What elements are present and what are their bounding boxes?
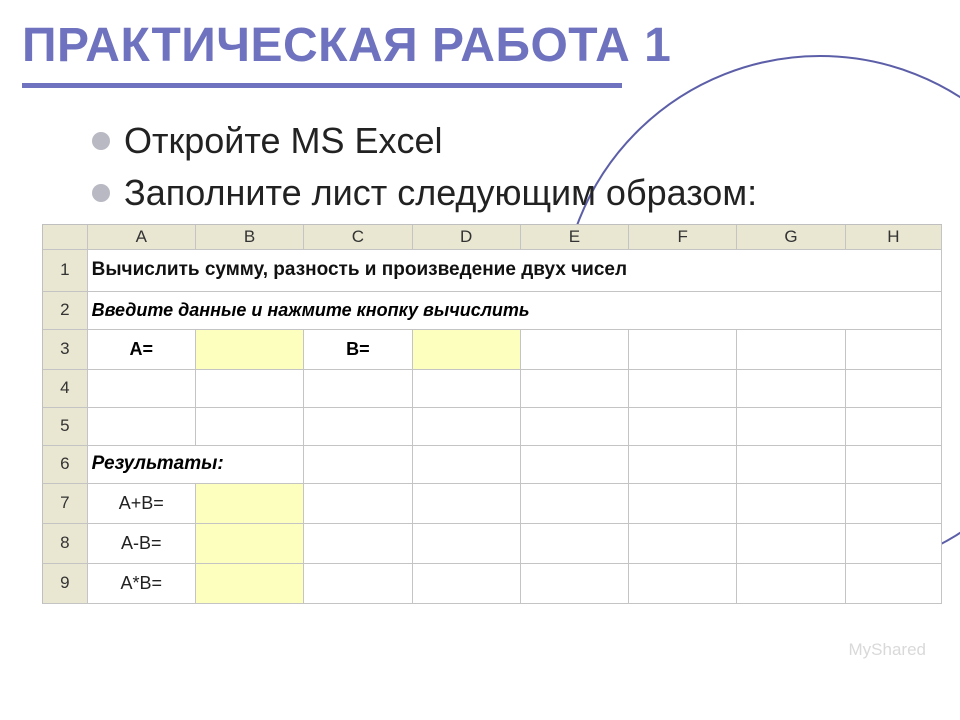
cell	[737, 445, 845, 483]
cell-label-b: B=	[304, 329, 412, 369]
cell	[87, 369, 195, 407]
cell-input-a[interactable]	[195, 329, 303, 369]
bullet-text: Откройте MS Excel	[124, 120, 443, 162]
col-header: H	[845, 225, 941, 249]
cell-input-b[interactable]	[412, 329, 520, 369]
bullet-dot-icon	[92, 132, 110, 150]
bullet-item: Откройте MS Excel	[92, 120, 938, 162]
cell	[520, 407, 628, 445]
slide: ПРАКТИЧЕСКАЯ РАБОТА 1 Откройте MS Excel …	[0, 0, 960, 720]
col-header: D	[412, 225, 520, 249]
cell	[737, 329, 845, 369]
cell	[195, 407, 303, 445]
col-header: A	[87, 225, 195, 249]
cell	[304, 445, 412, 483]
cell	[629, 407, 737, 445]
row: 4	[43, 369, 942, 407]
bullet-dot-icon	[92, 184, 110, 202]
row-header: 9	[43, 563, 87, 603]
excel-screenshot: A B C D E F G H 1 Вычислить сумму, разно…	[42, 224, 942, 604]
row: 8 A-B=	[43, 523, 942, 563]
bullet-list: Откройте MS Excel Заполните лист следующ…	[92, 120, 938, 214]
cell	[520, 369, 628, 407]
col-header: F	[629, 225, 737, 249]
row-header: 6	[43, 445, 87, 483]
cell-subheading: Введите данные и нажмите кнопку вычислит…	[87, 291, 941, 329]
cell-result-label-diff: A-B=	[87, 523, 195, 563]
row: 2 Введите данные и нажмите кнопку вычисл…	[43, 291, 942, 329]
row-header: 5	[43, 407, 87, 445]
cell	[304, 523, 412, 563]
cell	[304, 563, 412, 603]
cell	[737, 407, 845, 445]
row: 6 Результаты:	[43, 445, 942, 483]
cell	[845, 369, 941, 407]
cell-result-label-sum: A+B=	[87, 483, 195, 523]
row-header: 3	[43, 329, 87, 369]
cell	[737, 523, 845, 563]
row: 1 Вычислить сумму, разность и произведен…	[43, 249, 942, 291]
cell	[412, 445, 520, 483]
cell	[412, 483, 520, 523]
spreadsheet: A B C D E F G H 1 Вычислить сумму, разно…	[43, 225, 942, 604]
corner-cell	[43, 225, 87, 249]
row-header: 8	[43, 523, 87, 563]
cell	[304, 369, 412, 407]
cell	[845, 407, 941, 445]
cell	[845, 483, 941, 523]
cell	[304, 407, 412, 445]
cell	[629, 523, 737, 563]
col-header: C	[304, 225, 412, 249]
bullet-item: Заполните лист следующим образом:	[92, 172, 938, 214]
cell-result-label-prod: A*B=	[87, 563, 195, 603]
row: 5	[43, 407, 942, 445]
cell	[845, 523, 941, 563]
cell-results-title: Результаты:	[87, 445, 304, 483]
cell	[195, 369, 303, 407]
cell-result-sum	[195, 483, 303, 523]
cell	[629, 483, 737, 523]
cell	[520, 563, 628, 603]
row: 3 A= B=	[43, 329, 942, 369]
column-header-row: A B C D E F G H	[43, 225, 942, 249]
row-header: 1	[43, 249, 87, 291]
cell-heading: Вычислить сумму, разность и произведение…	[87, 249, 941, 291]
col-header: E	[520, 225, 628, 249]
col-header: G	[737, 225, 845, 249]
row-header: 2	[43, 291, 87, 329]
cell	[845, 445, 941, 483]
cell	[629, 445, 737, 483]
cell	[520, 445, 628, 483]
cell	[737, 369, 845, 407]
cell-result-diff	[195, 523, 303, 563]
cell	[412, 523, 520, 563]
bullet-text: Заполните лист следующим образом:	[124, 172, 757, 214]
cell	[845, 329, 941, 369]
cell	[737, 563, 845, 603]
row: 9 A*B=	[43, 563, 942, 603]
cell	[520, 523, 628, 563]
col-header: B	[195, 225, 303, 249]
cell	[304, 483, 412, 523]
cell	[629, 329, 737, 369]
cell	[412, 369, 520, 407]
cell	[629, 369, 737, 407]
cell	[737, 483, 845, 523]
cell	[412, 407, 520, 445]
row: 7 A+B=	[43, 483, 942, 523]
row-header: 4	[43, 369, 87, 407]
cell	[87, 407, 195, 445]
title-underline	[22, 83, 622, 88]
cell	[845, 563, 941, 603]
watermark-text: MyShared	[849, 640, 926, 660]
cell	[629, 563, 737, 603]
cell	[520, 483, 628, 523]
cell	[412, 563, 520, 603]
cell-label-a: A=	[87, 329, 195, 369]
cell-result-prod	[195, 563, 303, 603]
cell	[520, 329, 628, 369]
row-header: 7	[43, 483, 87, 523]
